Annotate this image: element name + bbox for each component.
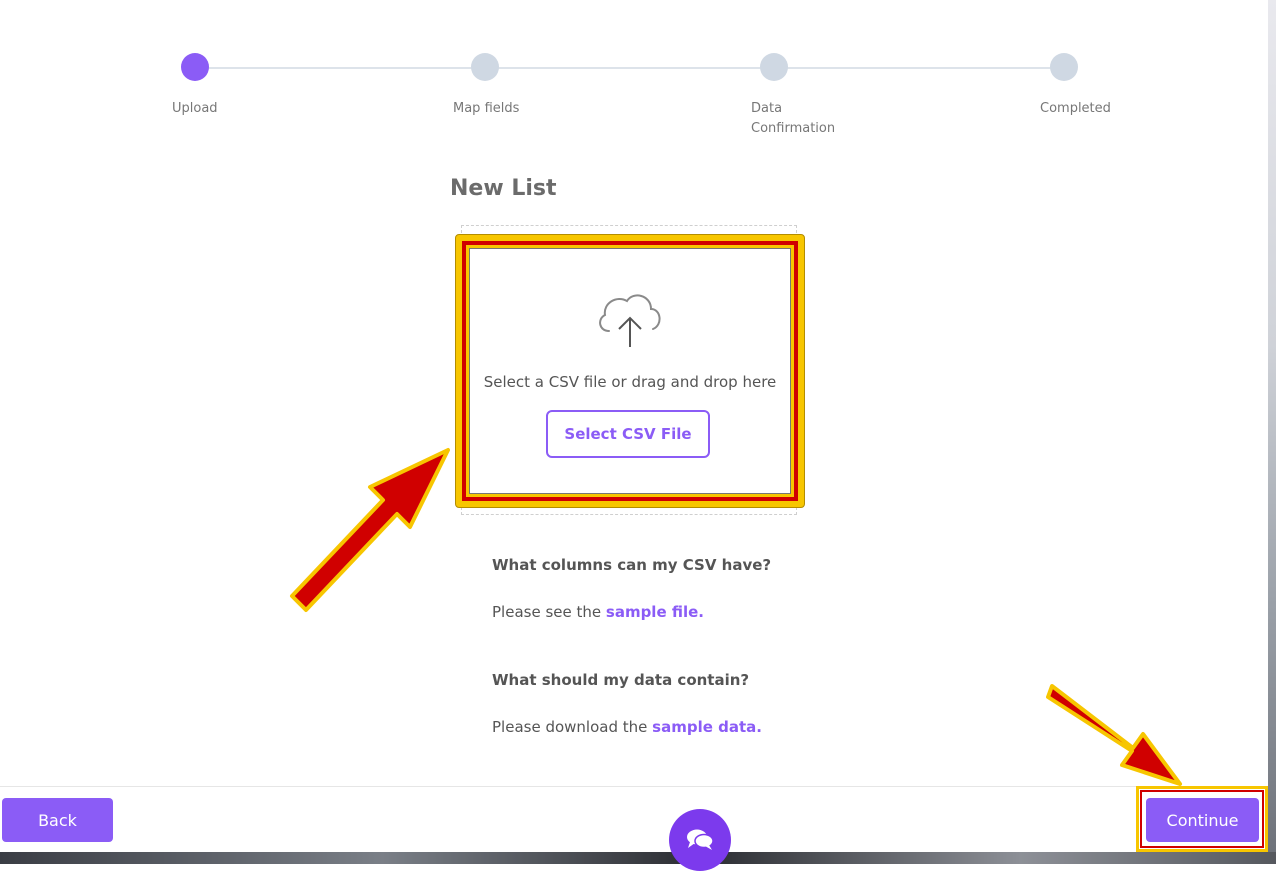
arrow-to-continue-icon (1046, 684, 1182, 786)
annotation-arrows (290, 448, 1182, 786)
arrow-to-dropzone-icon (290, 448, 450, 612)
